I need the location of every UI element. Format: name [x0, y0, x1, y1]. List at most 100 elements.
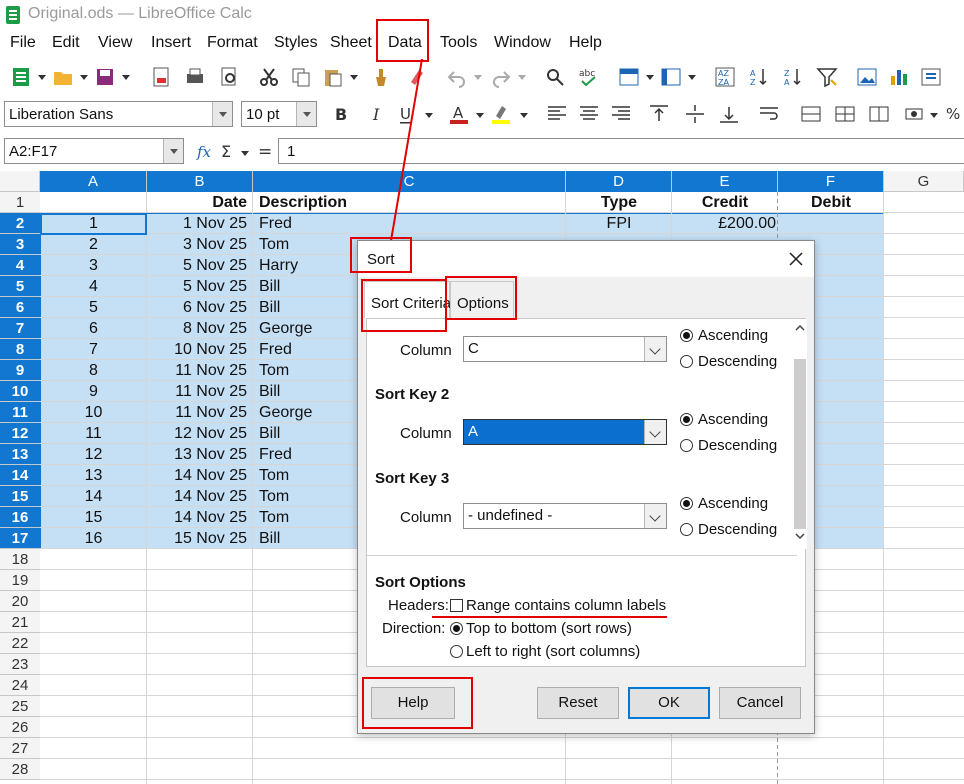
header-date[interactable]: Date [147, 192, 247, 213]
cell-b[interactable]: 5 Nov 25 [147, 276, 247, 297]
currency-dropdown-caret[interactable] [930, 113, 938, 118]
tab-options[interactable]: Options [450, 281, 514, 318]
row-header-1[interactable]: 1 [0, 192, 40, 213]
cell-a[interactable]: 9 [40, 381, 147, 402]
column-icon[interactable] [660, 66, 682, 88]
print-icon[interactable] [184, 66, 206, 88]
column-header-d[interactable]: D [566, 171, 672, 192]
row-header[interactable]: 18 [0, 549, 40, 570]
cell-b[interactable]: 15 Nov 25 [147, 528, 247, 549]
menu-help[interactable]: Help [569, 34, 602, 52]
row-icon[interactable] [618, 66, 640, 88]
key2-ascending-radio[interactable] [680, 413, 693, 426]
key2-column-select[interactable]: A [463, 419, 667, 445]
paste-dropdown-caret[interactable] [350, 75, 358, 80]
print-preview-icon[interactable] [218, 66, 240, 88]
key3-ascending-radio[interactable] [680, 497, 693, 510]
row-header[interactable]: 7 [0, 318, 40, 339]
merge-cells-icon[interactable] [800, 103, 822, 125]
key1-descending-label[interactable]: Descending [698, 353, 777, 370]
wrap-text-icon[interactable] [758, 103, 780, 125]
cell-a[interactable]: 2 [40, 234, 147, 255]
key3-descending-label[interactable]: Descending [698, 521, 777, 538]
font-color-dropdown-caret[interactable] [476, 113, 484, 118]
column-dropdown-caret[interactable] [688, 75, 696, 80]
menu-view[interactable]: View [98, 34, 132, 52]
function-wizard-icon[interactable]: fx [196, 141, 216, 161]
align-right-icon[interactable] [610, 103, 632, 125]
center-vertically-icon[interactable] [684, 103, 706, 125]
help-button[interactable]: Help [371, 687, 455, 719]
scroll-down-icon[interactable] [794, 531, 806, 541]
row-header[interactable]: 21 [0, 612, 40, 633]
row-header[interactable]: 13 [0, 444, 40, 465]
row-header[interactable]: 27 [0, 738, 40, 759]
cell-b[interactable]: 8 Nov 25 [147, 318, 247, 339]
highlight-dropdown-caret[interactable] [520, 113, 528, 118]
cell-a[interactable]: 10 [40, 402, 147, 423]
new-dropdown-caret[interactable] [38, 75, 46, 80]
cell-b[interactable]: 13 Nov 25 [147, 444, 247, 465]
undo-dropdown-caret[interactable] [474, 75, 482, 80]
row-header[interactable]: 4 [0, 255, 40, 276]
direction-left-right-radio[interactable] [450, 645, 463, 658]
column-header-g[interactable]: G [884, 171, 964, 192]
key1-descending-radio[interactable] [680, 355, 693, 368]
row-header[interactable]: 10 [0, 381, 40, 402]
row-header[interactable]: 26 [0, 717, 40, 738]
row-header[interactable]: 15 [0, 486, 40, 507]
find-replace-icon[interactable] [544, 66, 566, 88]
cell-b[interactable]: 6 Nov 25 [147, 297, 247, 318]
format-percent-icon[interactable]: % [944, 103, 964, 125]
key1-ascending-label[interactable]: Ascending [698, 327, 768, 344]
font-size-box[interactable]: 10 pt [241, 101, 317, 127]
header-debit[interactable]: Debit [778, 192, 884, 213]
row-header[interactable]: 23 [0, 654, 40, 675]
direction-top-bottom-radio[interactable] [450, 622, 463, 635]
cell-b[interactable]: 14 Nov 25 [147, 465, 247, 486]
align-bottom-icon[interactable] [718, 103, 740, 125]
cell-d[interactable]: FPI [566, 213, 672, 234]
row-header[interactable]: 22 [0, 633, 40, 654]
row-header[interactable]: 9 [0, 360, 40, 381]
open-folder-icon[interactable] [52, 66, 74, 88]
key2-dropdown-button[interactable] [644, 420, 666, 444]
borders-icon[interactable] [868, 103, 890, 125]
menu-insert[interactable]: Insert [151, 34, 191, 52]
cell-a[interactable]: 12 [40, 444, 147, 465]
row-header[interactable]: 17 [0, 528, 40, 549]
cell-b[interactable]: 11 Nov 25 [147, 381, 247, 402]
key1-ascending-radio[interactable] [680, 329, 693, 342]
save-dropdown-caret[interactable] [122, 75, 130, 80]
export-pdf-icon[interactable] [150, 66, 172, 88]
insert-chart-icon[interactable] [888, 66, 910, 88]
header-type[interactable]: Type [566, 192, 672, 213]
row-header[interactable]: 6 [0, 297, 40, 318]
paste-icon[interactable] [322, 66, 344, 88]
cell-a[interactable]: 4 [40, 276, 147, 297]
cell-e[interactable]: £200.00 [672, 213, 776, 234]
column-header-e[interactable]: E [672, 171, 778, 192]
menu-window[interactable]: Window [494, 34, 551, 52]
cell-b[interactable]: 14 Nov 25 [147, 486, 247, 507]
save-icon[interactable] [94, 66, 116, 88]
undo-icon[interactable] [446, 66, 468, 88]
key3-column-select[interactable]: - undefined - [463, 503, 667, 529]
direction-top-bottom-label[interactable]: Top to bottom (sort rows) [466, 620, 632, 637]
cell-b[interactable]: 14 Nov 25 [147, 507, 247, 528]
name-box[interactable]: A2:F17 [4, 138, 184, 164]
align-top-icon[interactable] [648, 103, 670, 125]
menu-format[interactable]: Format [207, 34, 258, 52]
pivot-table-icon[interactable] [920, 66, 942, 88]
row-header[interactable]: 2 [0, 213, 40, 234]
cell-a[interactable]: 15 [40, 507, 147, 528]
cancel-button[interactable]: Cancel [719, 687, 801, 719]
cell-b[interactable]: 11 Nov 25 [147, 360, 247, 381]
cell-b[interactable]: 12 Nov 25 [147, 423, 247, 444]
row-header[interactable]: 25 [0, 696, 40, 717]
format-currency-icon[interactable] [904, 103, 926, 125]
range-contains-labels-checkbox[interactable] [450, 599, 463, 612]
sort-ascending-icon[interactable]: AZ [748, 66, 770, 88]
cell-a[interactable]: 14 [40, 486, 147, 507]
key3-ascending-label[interactable]: Ascending [698, 495, 768, 512]
